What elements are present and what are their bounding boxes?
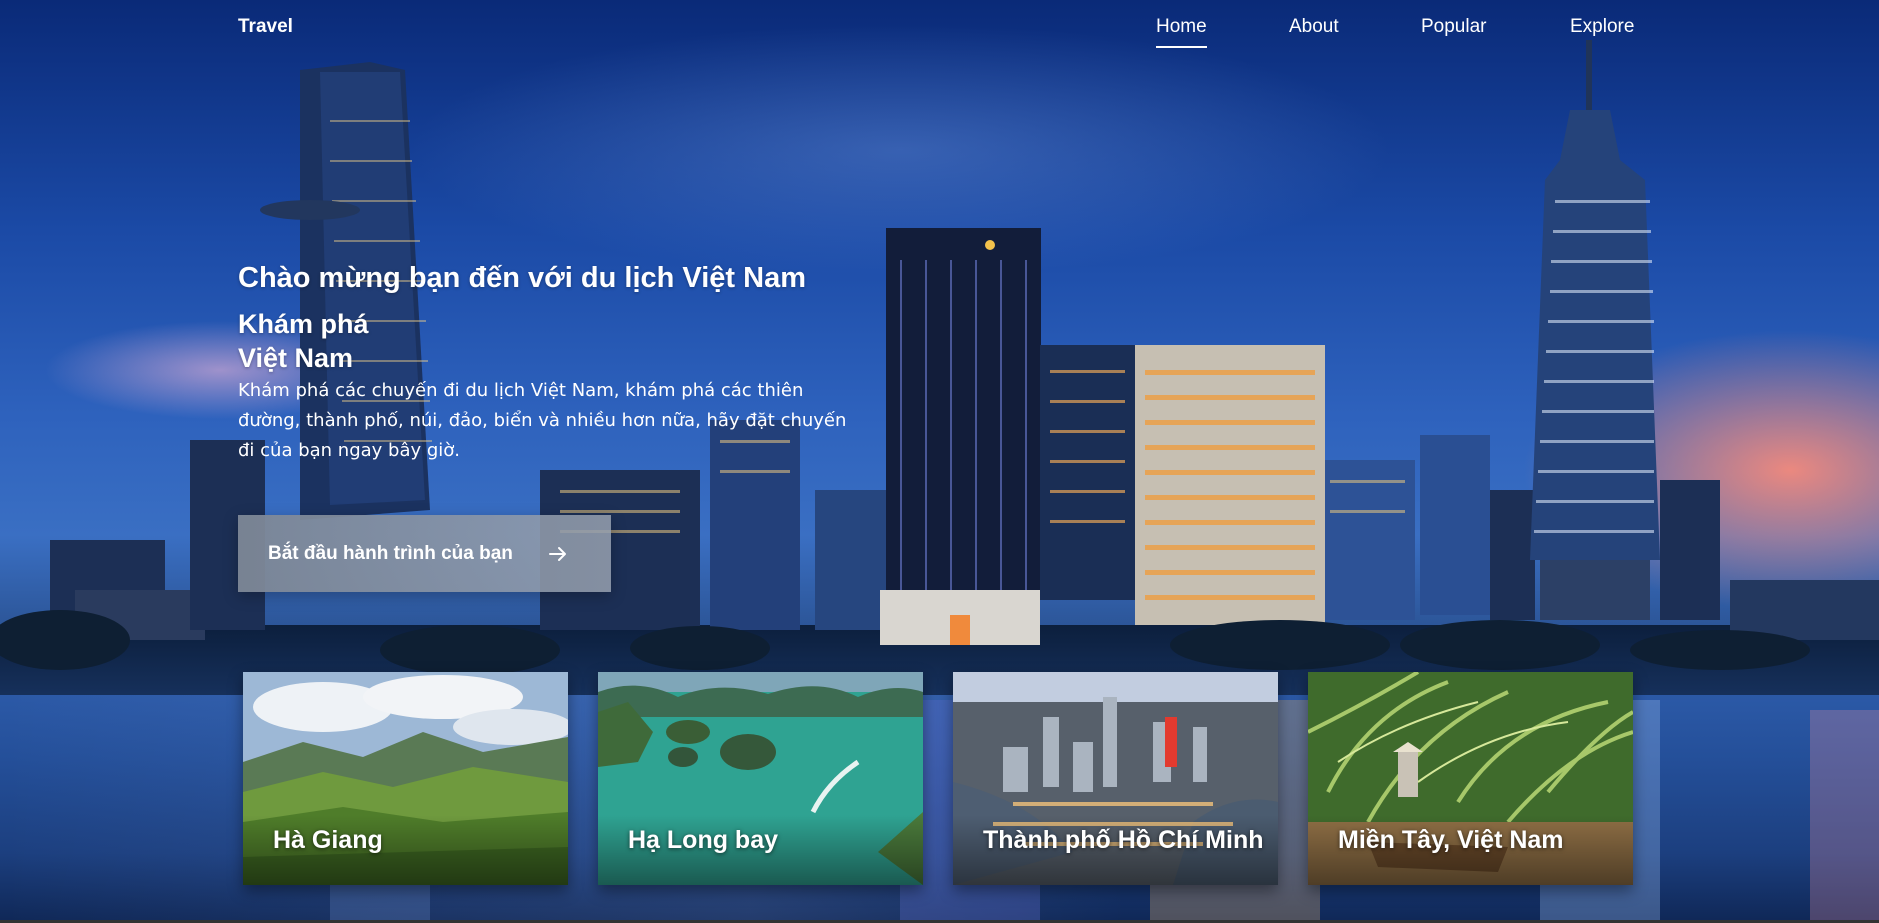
nav-about-link[interactable]: About xyxy=(1289,16,1339,38)
card-label: Miền Tây, Việt Nam xyxy=(1338,826,1564,854)
nav-home-link[interactable]: Home xyxy=(1156,16,1207,48)
card-label: Thành phố Hồ Chí Minh xyxy=(983,826,1264,854)
hero-title: Khám phá Việt Nam xyxy=(238,307,458,375)
destination-card-ha-giang[interactable]: Hà Giang xyxy=(243,672,568,885)
start-journey-button[interactable]: Bắt đầu hành trình của bạn xyxy=(238,515,611,592)
nav-popular-link[interactable]: Popular xyxy=(1421,16,1487,38)
destination-card-mien-tay[interactable]: Miền Tây, Việt Nam xyxy=(1308,672,1633,885)
main-nav: Home About Popular Explore xyxy=(0,16,1879,56)
destination-card-ho-chi-minh-city[interactable]: Thành phố Hồ Chí Minh xyxy=(953,672,1278,885)
card-label: Hạ Long bay xyxy=(628,826,779,854)
destination-card-ha-long-bay[interactable]: Hạ Long bay xyxy=(598,672,923,885)
nav-explore-link[interactable]: Explore xyxy=(1570,16,1634,38)
hero-description: Khám phá các chuyến đi du lịch Việt Nam,… xyxy=(238,380,847,461)
arrow-right-icon xyxy=(547,543,569,565)
card-label: Hà Giang xyxy=(273,826,383,854)
hero-title-line2: Việt Nam xyxy=(238,343,354,373)
welcome-heading: Chào mừng bạn đến với du lịch Việt Nam xyxy=(238,262,806,294)
start-journey-label: Bắt đầu hành trình của bạn xyxy=(268,542,513,564)
hero-title-line1: Khám phá xyxy=(238,309,369,339)
